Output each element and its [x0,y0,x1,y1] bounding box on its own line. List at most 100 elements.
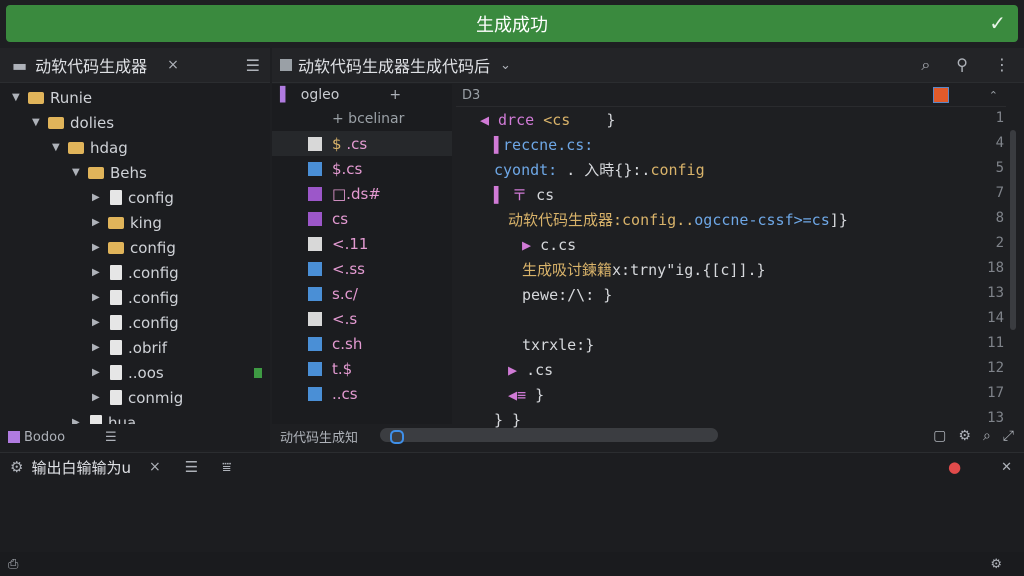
chevron-right-icon[interactable]: ▶ [92,367,104,378]
filter-icon[interactable]: ⩸ [222,458,231,476]
structure-item[interactable]: □.ds# [272,181,452,206]
code-line[interactable]: ▌ 〒 cs [456,182,1006,207]
chevron-right-icon[interactable]: ▶ [92,342,104,353]
plugin-icon[interactable] [932,87,949,103]
line-number: 11 [987,335,1004,351]
tree-item[interactable]: ▶ .obrif [0,335,270,360]
tree-item-label: .config [128,288,179,307]
chevron-down-icon[interactable]: ▼ [72,167,84,178]
menu-icon[interactable]: ☰ [105,430,117,445]
tree-item[interactable]: ▶ conmig [0,385,270,410]
add-icon[interactable]: + [389,87,401,103]
tree-item[interactable]: ▶ .config [0,285,270,310]
chevron-up-icon[interactable]: ⌃ [989,89,998,102]
code-line[interactable]: ▶ c.cs [456,232,1006,257]
code-line[interactable] [456,307,1006,332]
file-icon [308,336,322,351]
structure-item-kind: <.s [332,309,358,328]
code-line[interactable]: pewe:/\: } [456,282,1006,307]
file-icon [308,311,322,326]
menu-icon[interactable]: ☰ [246,56,260,75]
tree-item-label: Behs [110,163,147,182]
structure-item-kind: <.11 [332,234,369,253]
footer-label[interactable]: Bodoo [24,430,65,445]
horizontal-scrollbar[interactable] [380,428,718,444]
tree-item[interactable]: ▼ dolies [0,110,270,135]
output-header: ⚙ 输出白输输为u × ☰ ⩸ ● ✕ [0,453,1024,481]
structure-item[interactable]: t.$ [272,356,452,381]
structure-item[interactable]: $.cs [272,156,452,181]
line-number: 17 [987,385,1004,401]
record-icon[interactable]: ● [948,458,961,476]
chevron-right-icon[interactable]: ▶ [92,267,104,278]
code-line[interactable]: ◀ drce <cs } [456,107,1006,132]
tree-item[interactable]: ▼ Behs [0,160,270,185]
structure-item[interactable]: <.11 [272,231,452,256]
search-icon[interactable]: ⌕ [921,55,930,75]
expand-icon[interactable]: ⤢ [1003,428,1014,444]
chevron-right-icon[interactable]: ▶ [92,192,104,203]
chevron-right-icon[interactable]: ▶ [92,217,104,228]
editor-tab[interactable]: 动软代码生成器生成代码后 [280,53,490,77]
code-line[interactable]: cyondt: . 入時{}:. config [456,157,1006,182]
status-left-icon[interactable]: ⎙ [8,557,18,572]
structure-item[interactable]: cs [272,206,452,231]
tree-item[interactable]: ▶ config [0,235,270,260]
vertical-scrollbar[interactable] [1010,130,1016,330]
settings-icon[interactable]: ⚙ [990,557,1002,572]
line-number: 2 [995,235,1004,251]
chevron-down-icon[interactable]: ⌄ [500,58,511,73]
chevron-right-icon[interactable]: ▶ [92,392,104,403]
gear-icon[interactable]: ⚙ [958,428,971,444]
code-line[interactable]: txrxle:} [456,332,1006,357]
checkbox-icon[interactable]: ▢ [933,428,946,444]
tree-item[interactable]: ▶ .config [0,260,270,285]
close-icon[interactable]: × [149,459,161,475]
chevron-right-icon[interactable]: ▶ [92,317,104,328]
code-line[interactable]: ◀≡ } [456,382,1006,407]
chevron-down-icon[interactable]: ▼ [32,117,44,128]
scroll-thumb[interactable] [390,430,404,444]
chevron-right-icon[interactable]: ▶ [92,242,104,253]
status-marker [254,367,262,378]
tree-item[interactable]: ▼ hdag [0,135,270,160]
code-line[interactable]: ▌ reccne.cs: [456,132,1006,157]
tree-item[interactable]: ▶ config [0,185,270,210]
structure-item[interactable]: <.s [272,306,452,331]
structure-item[interactable]: c.sh [272,331,452,356]
structure-item-label: $.cs [332,160,362,178]
close-output-icon[interactable]: ✕ [1001,460,1012,475]
close-icon[interactable]: × [167,57,179,73]
structure-item-kind: c.sh [332,334,363,353]
code-area[interactable]: ◀ drce <cs } ▌ reccne.cs: cyondt: . 入時{}:. c… [456,107,1006,432]
structure-item[interactable]: s.c/ [272,281,452,306]
tree-item[interactable]: ▶ .config [0,310,270,335]
notification-icon[interactable]: ⚲ [956,55,968,75]
gear-icon[interactable]: ⚙ [10,458,23,476]
tree-item[interactable]: ▶ ..oos [0,360,270,385]
folder-icon [48,116,64,129]
code-line[interactable]: 生成吸讨鍊籍 x:trny"ig.{[c]].} [456,257,1006,282]
structure-item[interactable]: $ .cs [272,131,452,156]
code-editor[interactable]: D3 ⌃ ◀ drce <cs } ▌ reccne.cs: cyondt: . 入時… [456,84,1006,429]
more-icon[interactable]: ⋮ [994,55,1010,75]
tree-item[interactable]: ▶ king [0,210,270,235]
file-icon [308,136,322,151]
code-line[interactable]: 动软代码生成器:config.. ogccne-cssf>=cs]} [456,207,1006,232]
tree-item[interactable]: ▼ Runie [0,85,270,110]
code-line[interactable]: ▶ .cs [456,357,1006,382]
menu-icon[interactable]: ☰ [185,458,198,476]
code-token: txrxle:} [522,335,595,354]
chevron-down-icon[interactable]: ▼ [52,142,64,153]
code-token: ogccne-cssf>=cs [694,210,830,229]
code-token: ]} [829,210,848,229]
structure-subheader-label: + bcelinar [332,110,405,127]
structure-item[interactable]: <.ss [272,256,452,281]
chevron-right-icon[interactable]: ▶ [92,292,104,303]
structure-item-label: □.ds# [332,185,381,203]
structure-subheader[interactable]: + bcelinar [272,106,452,131]
code-token: ◀ drce [480,110,544,129]
structure-item[interactable]: ..cs [272,381,452,406]
search-icon[interactable]: ⌕ [983,428,991,444]
chevron-down-icon[interactable]: ▼ [12,92,24,103]
